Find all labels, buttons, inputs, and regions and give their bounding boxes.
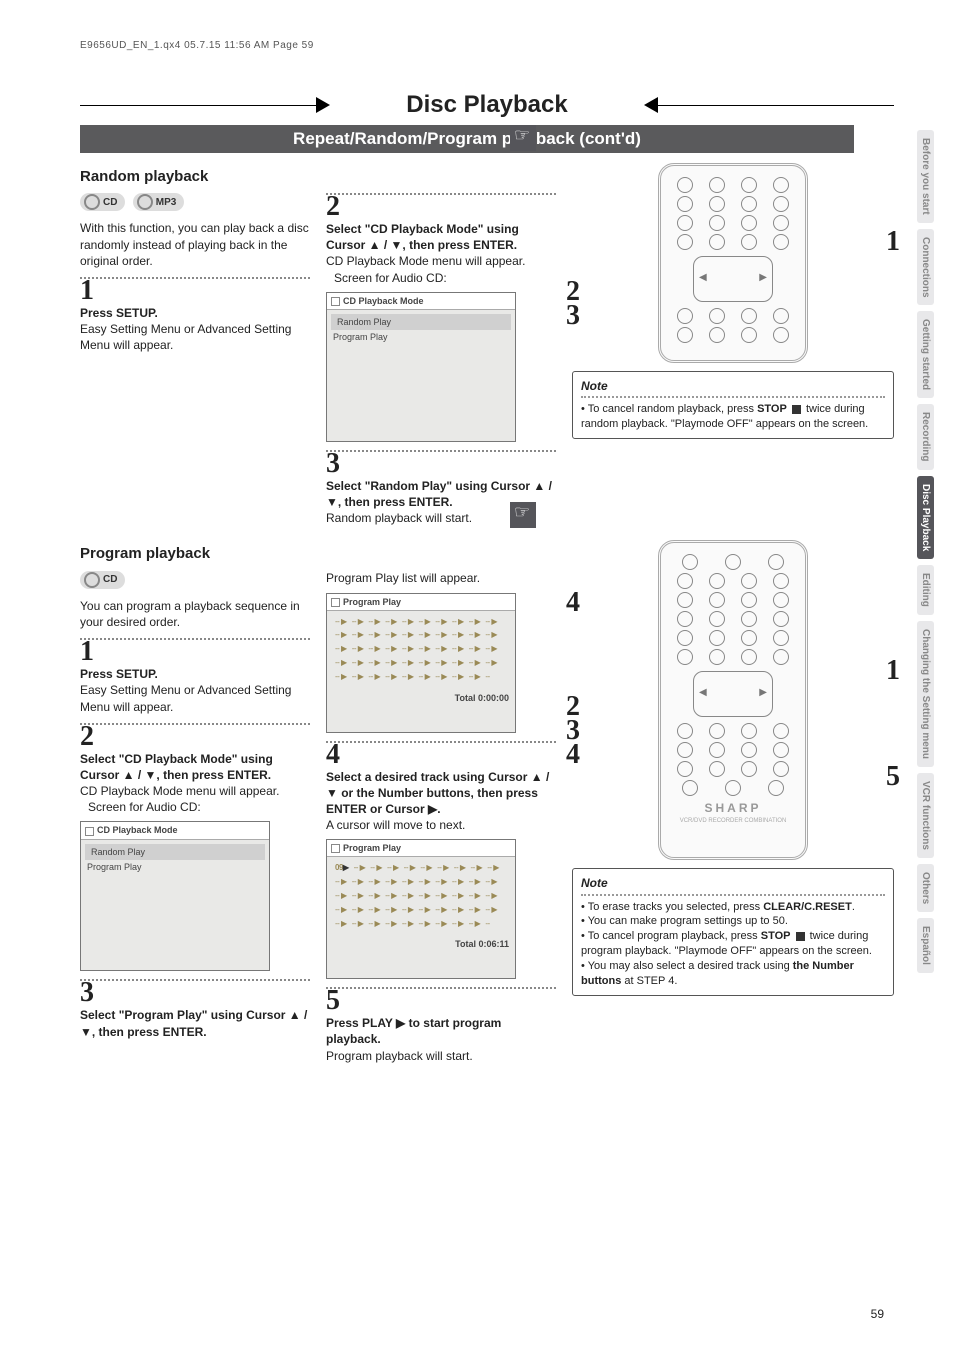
remote-callout: 5	[886, 758, 900, 796]
note-label: Note	[581, 875, 885, 891]
osd-caption: Screen for Audio CD:	[88, 799, 310, 815]
program-slot-grid: -- ▶-- ▶-- ▶-- ▶-- ▶-- ▶-- ▶-- ▶-- ▶-- ▶…	[327, 611, 515, 689]
remote-callout: 4	[566, 736, 580, 774]
chevron-left-icon	[316, 97, 330, 113]
osd-window-icon	[331, 844, 340, 853]
page-title: Disc Playback	[80, 91, 894, 119]
osd-cd-playback-mode: CD Playback Mode Random Play Program Pla…	[326, 292, 516, 442]
step-body: Easy Setting Menu or Advanced Setting Me…	[80, 682, 310, 714]
side-tab[interactable]: Español	[917, 918, 934, 973]
remote-callout: 1	[886, 652, 900, 690]
step-title: Select "CD Playback Mode" using Cursor ▲…	[80, 751, 310, 783]
stop-icon	[796, 932, 805, 941]
step-number: 3	[326, 450, 556, 478]
side-tab[interactable]: VCR functions	[917, 773, 934, 858]
hand-pointer-icon	[510, 125, 536, 151]
note-text: • To cancel random playback, press STOP …	[581, 403, 868, 430]
cd-badge: CD	[80, 571, 125, 589]
step-result: Program Play list will appear.	[326, 570, 556, 586]
note-item: • You may also select a desired track us…	[581, 959, 885, 989]
step-title: Press SETUP.	[80, 305, 310, 321]
remote-dpad-icon	[693, 671, 773, 717]
hand-pointer-icon	[510, 502, 536, 528]
first-track-cell: 09▶	[335, 863, 349, 874]
osd-window-icon	[331, 297, 340, 306]
step-title: Select "CD Playback Mode" using Cursor ▲…	[326, 221, 556, 253]
osd-cd-playback-mode: CD Playback Mode Random Play Program Pla…	[80, 821, 270, 971]
remote-illustration	[658, 163, 808, 363]
side-tab-active[interactable]: Disc Playback	[917, 476, 934, 559]
random-intro: With this function, you can play back a …	[80, 220, 310, 269]
side-tab[interactable]: Connections	[917, 229, 934, 306]
step-title: Press PLAY ▶ to start program playback.	[326, 1015, 556, 1047]
note-box: Note • To erase tracks you selected, pre…	[572, 868, 894, 995]
remote-brand-sub: VCR/DVD RECORDER COMBINATION	[669, 817, 797, 825]
note-item: • To cancel program playback, press STOP…	[581, 929, 885, 959]
osd-window-icon	[331, 598, 340, 607]
remote-callout: 1	[886, 223, 900, 261]
side-tab[interactable]: Getting started	[917, 311, 934, 398]
osd-title-text: Program Play	[343, 597, 401, 607]
note-box: Note • To cancel random playback, press …	[572, 371, 894, 439]
step-body: A cursor will move to next.	[326, 817, 556, 833]
osd-program-play-filled: Program Play 09▶-- ▶-- ▶-- ▶-- ▶-- ▶-- ▶…	[326, 839, 516, 979]
side-tab[interactable]: Others	[917, 864, 934, 912]
osd-total: Total 0:00:00	[327, 689, 515, 707]
program-intro: You can program a playback sequence in y…	[80, 598, 310, 630]
osd-title-text: CD Playback Mode	[343, 296, 424, 306]
step-body: CD Playback Mode menu will appear.	[326, 253, 556, 269]
step-title: Press SETUP.	[80, 666, 310, 682]
side-tab[interactable]: Before you start	[917, 130, 934, 223]
remote-callout: 3	[566, 297, 580, 335]
random-heading: Random playback	[80, 167, 310, 187]
step-number: 5	[326, 987, 556, 1015]
remote-illustration: SHARP VCR/DVD RECORDER COMBINATION	[658, 540, 808, 860]
note-label: Note	[581, 378, 885, 394]
program-heading: Program playback	[80, 544, 310, 564]
program-slot-grid: 09▶-- ▶-- ▶-- ▶-- ▶-- ▶-- ▶-- ▶-- ▶-- ▶ …	[327, 857, 515, 935]
step-number: 3	[80, 979, 310, 1007]
page-number: 59	[871, 1307, 884, 1321]
osd-title-text: CD Playback Mode	[97, 825, 178, 835]
osd-window-icon	[85, 827, 94, 836]
stop-icon	[792, 405, 801, 414]
step-number: 2	[326, 193, 556, 221]
step-body: Easy Setting Menu or Advanced Setting Me…	[80, 321, 310, 353]
step-body: Program playback will start.	[326, 1048, 556, 1064]
note-item: • You can make program settings up to 50…	[581, 914, 885, 929]
osd-total: Total 0:06:11	[327, 935, 515, 953]
cd-badge: CD	[80, 193, 125, 211]
section-subtitle: Repeat/Random/Program playback (cont'd)	[80, 125, 854, 153]
doc-header-line: E9656UD_EN_1.qx4 05.7.15 11:56 AM Page 5…	[80, 40, 894, 51]
step-number: 1	[80, 277, 310, 305]
step-title: Select "Program Play" using Cursor ▲ / ▼…	[80, 1007, 310, 1039]
remote-dpad-icon	[693, 256, 773, 302]
step-number: 2	[80, 723, 310, 751]
osd-item: Random Play	[331, 314, 511, 330]
side-tab-strip: Before you start Connections Getting sta…	[917, 130, 934, 973]
mp3-badge: MP3	[133, 193, 185, 211]
step-title: Select a desired track using Cursor ▲ / …	[326, 769, 556, 818]
osd-item: Random Play	[85, 844, 265, 860]
page-title-wrap: Disc Playback	[80, 91, 894, 119]
osd-title-text: Program Play	[343, 843, 401, 853]
remote-brand: SHARP	[669, 800, 797, 816]
side-tab[interactable]: Recording	[917, 404, 934, 469]
step-number: 1	[80, 638, 310, 666]
remote-callout: 4	[566, 584, 580, 622]
step-body: CD Playback Mode menu will appear.	[80, 783, 310, 799]
osd-item: Program Play	[331, 330, 511, 344]
osd-item: Program Play	[85, 860, 265, 874]
side-tab[interactable]: Changing the Setting menu	[917, 621, 934, 767]
side-tab[interactable]: Editing	[917, 565, 934, 615]
osd-caption: Screen for Audio CD:	[334, 270, 556, 286]
osd-program-play-empty: Program Play -- ▶-- ▶-- ▶-- ▶-- ▶-- ▶-- …	[326, 593, 516, 733]
chevron-right-icon	[644, 97, 658, 113]
step-number: 4	[326, 741, 556, 769]
note-item: • To erase tracks you selected, press CL…	[581, 900, 885, 915]
